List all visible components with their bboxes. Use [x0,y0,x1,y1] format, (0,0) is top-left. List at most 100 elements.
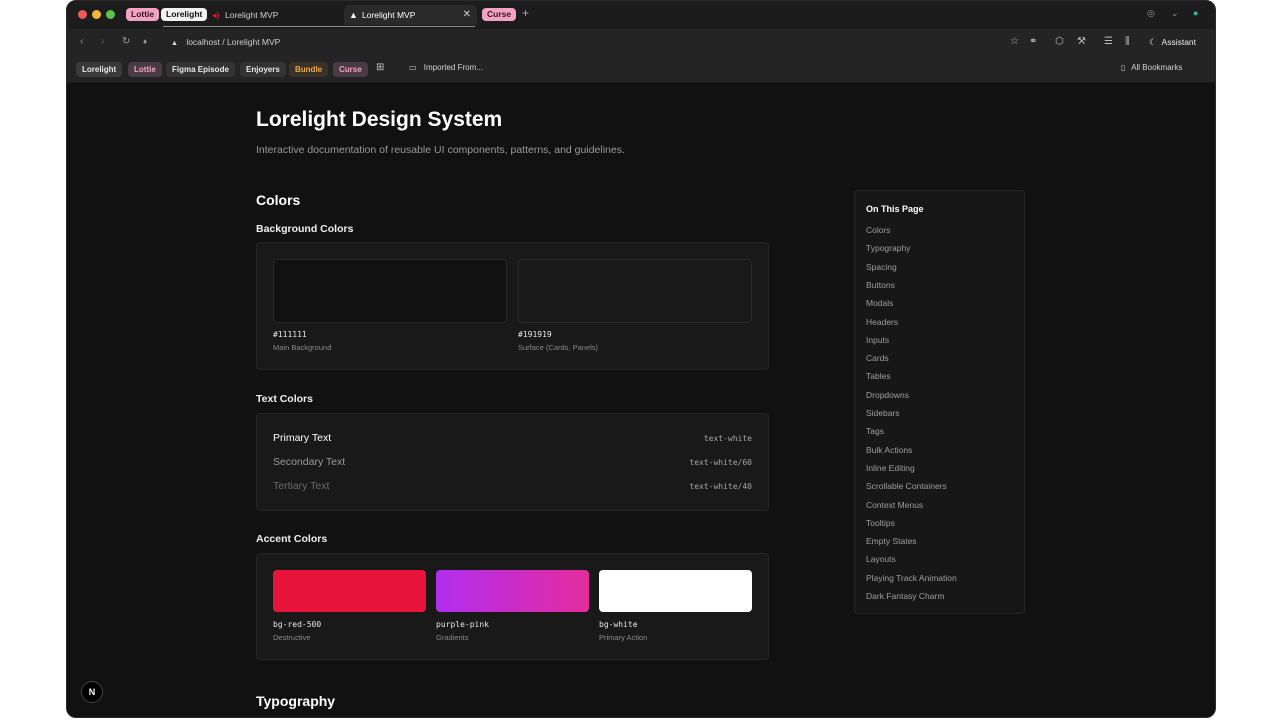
assistant-button[interactable]: ☾ Assistant [1149,37,1196,48]
bookmarks-bar: Lorelight Lottie Figma Episode Enjoyers … [67,56,1215,83]
bookmark-enjoyers[interactable]: Enjoyers [240,62,286,77]
toc-link[interactable]: Layouts [866,554,896,564]
page-viewport[interactable]: Lorelight Design System Interactive docu… [67,83,1215,717]
close-window-button[interactable] [78,10,87,19]
maximize-window-button[interactable] [106,10,115,19]
new-tab-button[interactable]: + [522,6,529,20]
microphone-icon[interactable]: ♦ [143,37,147,46]
toc-link[interactable]: Typography [866,243,910,253]
bookmark-lottie[interactable]: Lottie [128,62,162,77]
bookmark-figma-episode[interactable]: Figma Episode [166,62,235,77]
text-colors-title: Text Colors [256,393,313,405]
site-icon: ▲ [171,40,178,47]
text-color-row: Secondary Text text-white/60 [273,456,752,474]
all-bookmarks-button[interactable]: ▯ All Bookmarks [1121,63,1182,72]
accent-colors-card: bg-red-500 Destructive purple-pink Gradi… [256,553,769,660]
nextjs-dev-badge[interactable]: N [81,681,103,703]
background-colors-card: #111111 Main Background #191919 Surface … [256,242,769,370]
background-colors-title: Background Colors [256,223,354,235]
toc-link[interactable]: Tooltips [866,518,895,528]
toc-link[interactable]: Spacing [866,262,897,272]
all-bookmarks-label: All Bookmarks [1131,63,1183,72]
text-color-row: Primary Text text-white [273,432,752,450]
toc-link[interactable]: Buttons [866,280,895,290]
browser-window: Lottie Lorelight ◂) Lorelight MVP ▲ Lore… [66,0,1216,718]
text-color-name: Primary Text [273,432,332,444]
text-color-name: Secondary Text [273,456,346,468]
folder-label: Imported From... [423,63,483,72]
tab-lorelight-mvp-2[interactable]: ▲ Lorelight MVP ✕ [344,5,477,25]
address-bar: ‹ › ↻ ♦ ▲ localhost / Lorelight MVP ☆ ⚭ … [67,29,1215,56]
toc-link[interactable]: Dark Fantasy Charm [866,591,944,601]
swatch-description: Surface (Cards, Panels) [518,343,599,352]
tab-lorelight-mvp-1[interactable]: ◂) Lorelight MVP [207,5,337,25]
on-this-page-nav: On This Page Colors Typography Spacing Butt… [854,190,1025,614]
profile-icon[interactable]: ◎ [1147,8,1155,19]
toc-link[interactable]: Bulk Actions [866,445,912,455]
tools-icon[interactable]: ⚒ [1077,36,1086,47]
pinned-tab-lorelight[interactable]: Lorelight [161,8,208,21]
extension-icon[interactable]: ● [1193,8,1198,18]
toc-link[interactable]: Headers [866,317,898,327]
toc-link[interactable]: Modals [866,298,893,308]
toc-link[interactable]: Inputs [866,335,889,345]
forward-button[interactable]: › [101,36,104,47]
toc-link[interactable]: Context Menus [866,500,923,510]
bookmark-star-icon[interactable]: ☆ [1010,36,1019,47]
bookmark-folder-imported[interactable]: ▭ Imported From... [409,63,483,72]
toc-link[interactable]: Inline Editing [866,463,915,473]
tab-strip: Lottie Lorelight ◂) Lorelight MVP ▲ Lore… [67,1,1215,29]
close-tab-icon[interactable]: ✕ [463,5,471,25]
bookmark-bundle[interactable]: Bundle [289,62,329,77]
toc-link[interactable]: Sidebars [866,408,900,418]
tab-title: Lorelight MVP [362,10,416,20]
swatch-purple-pink-gradient [436,570,589,612]
swatch-main-background [273,259,507,323]
swatch-description: Main Background [273,343,332,352]
link-icon[interactable]: ⚭ [1029,36,1037,47]
audio-icon: ◂) [212,10,220,20]
toc-link[interactable]: Dropdowns [866,390,909,400]
text-color-row: Tertiary Text text-white/40 [273,480,752,498]
section-title-colors: Colors [256,192,301,208]
minimize-window-button[interactable] [92,10,101,19]
toc-link[interactable]: Playing Track Animation [866,573,957,583]
toc-link[interactable]: Colors [866,225,891,235]
swatch-code: #111111 [273,330,307,339]
folder-icon: ▭ [409,63,417,72]
url-field[interactable]: ▲ localhost / Lorelight MVP [171,37,280,47]
assistant-icon: ☾ [1149,37,1157,47]
apps-grid-icon[interactable]: ⊞ [376,62,384,73]
reload-button[interactable]: ↻ [122,36,130,47]
toc-link[interactable]: Tables [866,371,891,381]
swatch-white [599,570,752,612]
text-color-code: text-white/40 [689,482,752,491]
page-subtitle: Interactive documentation of reusable UI… [256,144,625,156]
swatch-code: bg-white [599,620,638,629]
accent-colors-title: Accent Colors [256,533,328,545]
audio-bars-icon[interactable]: ⫼ [1125,36,1130,47]
toc-link[interactable]: Tags [866,426,884,436]
toc-title: On This Page [866,204,924,214]
tab-title: Lorelight MVP [225,10,279,20]
pinned-tab-lottie[interactable]: Lottie [126,8,160,21]
toc-link[interactable]: Cards [866,353,889,363]
chevron-down-icon[interactable]: ⌄ [1171,8,1179,19]
toc-link[interactable]: Scrollable Containers [866,481,947,491]
url-text: localhost / Lorelight MVP [186,37,281,47]
swatch-code: purple-pink [436,620,489,629]
bookmark-curse[interactable]: Curse [333,62,368,77]
swatch-code: bg-red-500 [273,620,322,629]
swatch-description: Primary Action [599,633,648,642]
bookmarks-icon: ▯ [1121,63,1126,72]
toc-link[interactable]: Empty States [866,536,917,546]
bookmark-lorelight[interactable]: Lorelight [76,62,123,77]
section-title-typography: Typography [256,693,336,709]
extensions-icon[interactable]: ⬡ [1055,36,1064,47]
tab-curse[interactable]: Curse [482,8,517,21]
swatch-description: Gradients [436,633,469,642]
back-button[interactable]: ‹ [80,36,83,47]
text-color-code: text-white/60 [689,458,752,467]
menu-icon[interactable]: ☰ [1104,36,1113,47]
tab-underline [163,26,475,27]
